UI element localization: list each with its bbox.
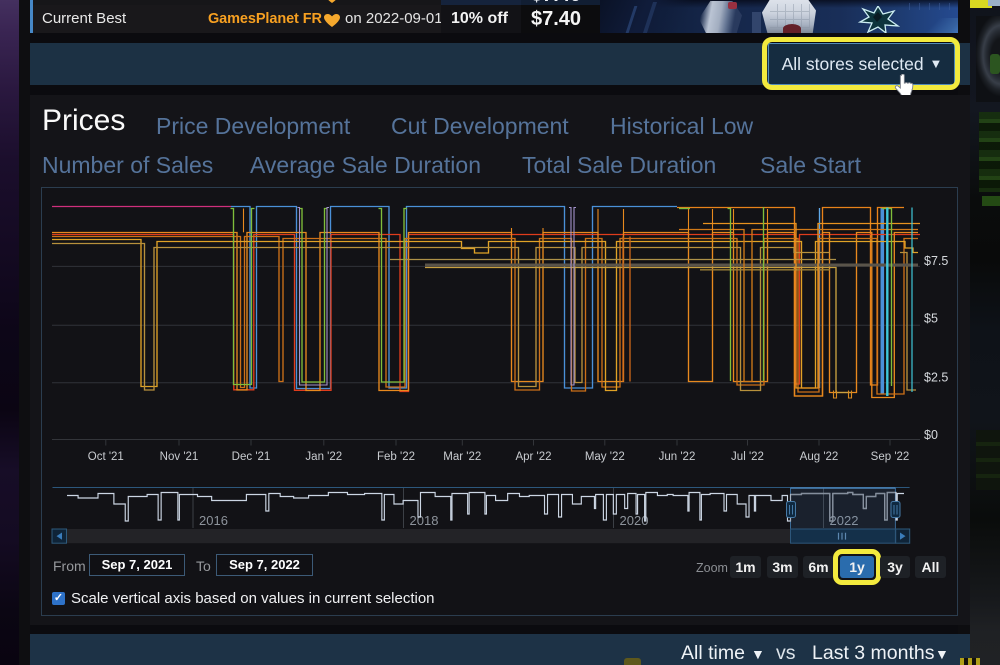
svg-text:$5: $5 [924, 312, 938, 326]
svg-text:$7.5: $7.5 [924, 254, 948, 268]
svg-text:Jul '22: Jul '22 [731, 451, 764, 463]
svg-text:Aug '22: Aug '22 [800, 451, 839, 463]
svg-text:Dec '21: Dec '21 [232, 451, 271, 463]
svg-text:Jan '22: Jan '22 [305, 451, 342, 463]
svg-text:Nov '21: Nov '21 [160, 451, 199, 463]
svg-text:Oct '21: Oct '21 [88, 451, 124, 463]
svg-text:2016: 2016 [199, 513, 228, 528]
svg-text:Jun '22: Jun '22 [659, 451, 696, 463]
svg-text:Mar '22: Mar '22 [443, 451, 481, 463]
svg-text:May '22: May '22 [585, 451, 625, 463]
svg-text:Apr '22: Apr '22 [515, 451, 551, 463]
svg-text:2018: 2018 [410, 513, 439, 528]
svg-text:Sep '22: Sep '22 [871, 451, 910, 463]
svg-text:$2.5: $2.5 [924, 371, 948, 385]
svg-text:$0: $0 [924, 428, 938, 442]
svg-text:Feb '22: Feb '22 [377, 451, 415, 463]
